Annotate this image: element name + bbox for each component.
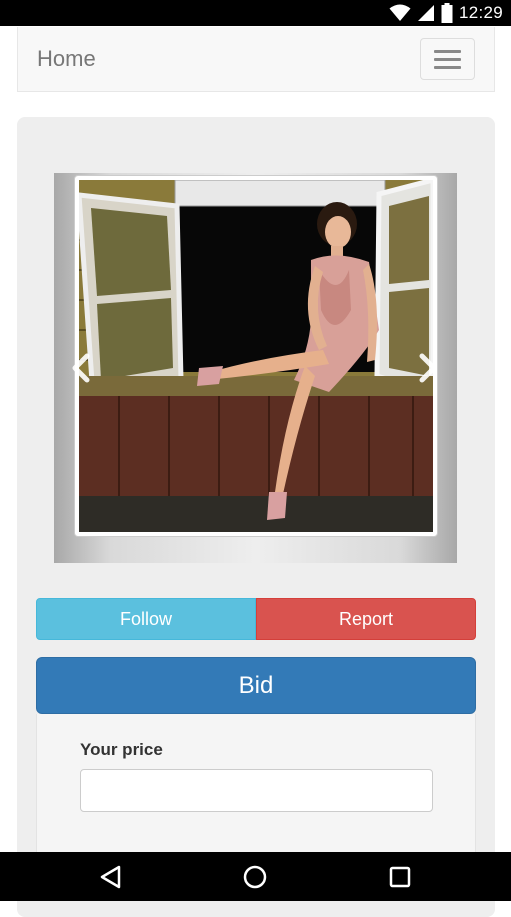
status-time: 12:29 — [458, 3, 503, 22]
bid-form: Your price — [36, 714, 476, 874]
carousel-image-frame — [74, 175, 438, 537]
bid-button[interactable]: Bid — [36, 657, 476, 714]
price-label: Your price — [80, 740, 163, 759]
hamburger-bar — [434, 66, 461, 69]
status-icons: 12:29 — [389, 3, 503, 23]
wifi-icon — [389, 4, 411, 21]
report-button[interactable]: Report — [256, 598, 476, 640]
navbar-brand-home[interactable]: Home — [37, 46, 96, 72]
carousel-photo[interactable] — [79, 180, 433, 532]
home-icon[interactable] — [242, 864, 268, 890]
hamburger-menu-button[interactable] — [420, 38, 475, 80]
signal-icon — [417, 5, 434, 21]
chevron-left-icon[interactable] — [70, 353, 92, 383]
back-icon[interactable] — [98, 864, 124, 890]
hamburger-bar — [434, 58, 461, 61]
action-button-group: Follow Report — [36, 598, 476, 640]
hamburger-menu-icon — [434, 50, 461, 53]
recents-icon[interactable] — [387, 864, 413, 890]
battery-icon — [441, 3, 453, 23]
system-nav-bar — [0, 852, 511, 901]
status-bar: 12:29 — [0, 0, 511, 26]
image-carousel[interactable] — [54, 173, 457, 563]
follow-button[interactable]: Follow — [36, 598, 256, 640]
chevron-right-icon[interactable] — [417, 353, 439, 383]
price-input[interactable] — [80, 769, 433, 812]
navbar: Home — [17, 27, 495, 92]
